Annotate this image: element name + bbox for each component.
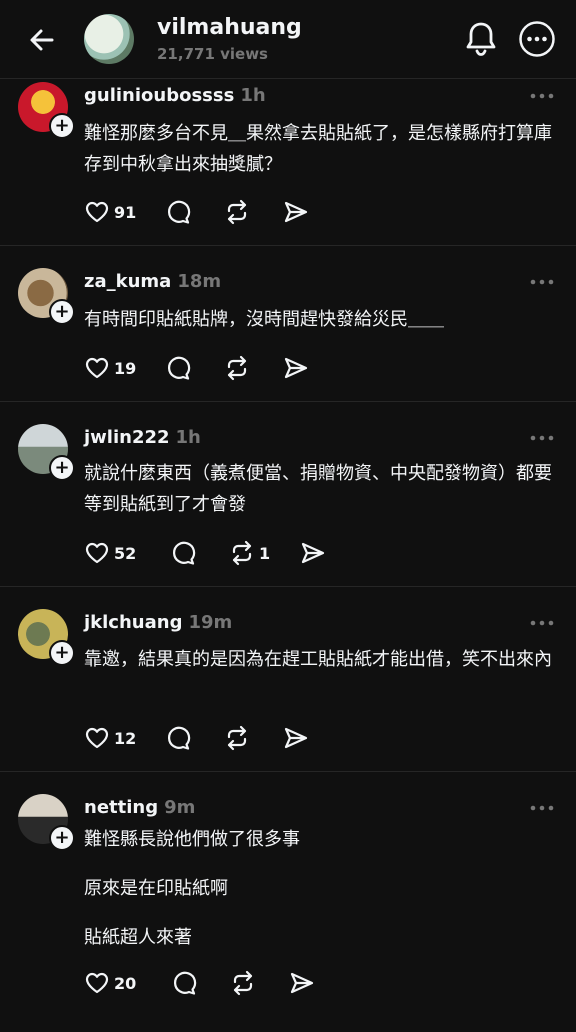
- like-button[interactable]: 19: [84, 354, 136, 382]
- reply-avatar[interactable]: +: [18, 268, 75, 325]
- follow-plus-icon[interactable]: +: [49, 640, 75, 666]
- reply-time: 9m: [164, 797, 196, 818]
- like-count: 91: [114, 202, 137, 222]
- reply-button[interactable]: [166, 724, 192, 752]
- reply-avatar[interactable]: +: [18, 609, 75, 666]
- profile-avatar[interactable]: [84, 14, 134, 64]
- share-button[interactable]: [300, 539, 326, 567]
- reply-text: 靠邀，結果真的是因為在趕工貼貼紙才能出借，笑不出來內: [84, 649, 552, 670]
- reply-text: 難怪那麼多台不見＿果然拿去貼貼紙了，是怎樣縣府打算庫存到中秋拿出來抽獎膩？: [84, 123, 552, 175]
- follow-plus-icon[interactable]: +: [49, 455, 75, 481]
- more-dots-icon[interactable]: [530, 278, 554, 286]
- reply-time: 1h: [240, 85, 266, 106]
- reply-avatar[interactable]: +: [18, 794, 75, 851]
- comment-icon: [172, 541, 196, 565]
- repost-icon: [227, 355, 247, 381]
- back-arrow-icon[interactable]: [26, 24, 58, 56]
- send-icon: [290, 972, 314, 994]
- follow-plus-icon[interactable]: +: [49, 825, 75, 851]
- reply-text: 難怪縣長說他們做了很多事 原來是在印貼紙啊 貼紙超人來著: [84, 829, 300, 948]
- like-count: 52: [114, 543, 137, 563]
- like-button[interactable]: 20: [84, 969, 136, 997]
- share-button[interactable]: [289, 969, 315, 997]
- like-count: 20: [114, 973, 137, 993]
- more-dots-icon[interactable]: [530, 92, 554, 100]
- send-icon: [284, 727, 308, 749]
- reply-button[interactable]: [166, 354, 192, 382]
- reply-text: 就說什麼東西（義煮便當、捐贈物資、中央配發物資）都要等到貼紙到了才會發: [84, 463, 552, 515]
- profile-username[interactable]: vilmahuang: [157, 15, 302, 40]
- follow-plus-icon[interactable]: +: [49, 113, 75, 139]
- comment-icon: [173, 971, 197, 995]
- heart-icon: [85, 972, 109, 994]
- repost-button[interactable]: 1: [229, 539, 270, 567]
- bell-icon[interactable]: [464, 20, 498, 58]
- reply-post: + jklchuang 19m 靠邀，結果真的是因為在趕工貼貼紙才能出借，笑不出來…: [0, 587, 576, 772]
- replies-feed: + gulinioubossss 1h 難怪那麼多台不見＿果然拿去貼貼紙了，是怎樣…: [0, 78, 576, 1032]
- repost-button[interactable]: [230, 969, 256, 997]
- reply-button[interactable]: [171, 539, 197, 567]
- repost-icon: [227, 725, 247, 751]
- more-options-icon[interactable]: [518, 20, 556, 58]
- reply-username[interactable]: jwlin222 1h: [84, 427, 201, 448]
- like-button[interactable]: 12: [84, 724, 136, 752]
- heart-icon: [85, 357, 109, 379]
- repost-icon: [233, 970, 253, 996]
- reply-button[interactable]: [172, 969, 198, 997]
- reply-username[interactable]: jklchuang 19m: [84, 612, 232, 633]
- reply-text: 有時間印貼紙貼牌，沒時間趕快發給災民＿＿: [84, 309, 444, 330]
- repost-button[interactable]: [224, 198, 250, 226]
- repost-icon: [232, 540, 252, 566]
- repost-count: 1: [259, 543, 271, 563]
- reply-post: + netting 9m 難怪縣長說他們做了很多事 原來是在印貼紙啊 貼紙超人來著…: [0, 772, 576, 1032]
- heart-icon: [85, 201, 109, 223]
- reply-avatar[interactable]: +: [18, 82, 75, 139]
- send-icon: [284, 357, 308, 379]
- repost-button[interactable]: [224, 354, 250, 382]
- more-dots-icon[interactable]: [530, 434, 554, 442]
- comment-icon: [167, 200, 191, 224]
- views-count: 21,771 views: [157, 45, 268, 63]
- heart-icon: [85, 542, 109, 564]
- like-button[interactable]: 91: [84, 198, 136, 226]
- repost-icon: [227, 199, 247, 225]
- reply-username[interactable]: netting 9m: [84, 797, 195, 818]
- repost-button[interactable]: [224, 724, 250, 752]
- more-dots-icon[interactable]: [530, 804, 554, 812]
- comment-icon: [167, 356, 191, 380]
- share-button[interactable]: [283, 354, 309, 382]
- more-dots-icon[interactable]: [530, 619, 554, 627]
- share-button[interactable]: [283, 198, 309, 226]
- follow-plus-icon[interactable]: +: [49, 299, 75, 325]
- like-count: 19: [114, 358, 137, 378]
- reply-avatar[interactable]: +: [18, 424, 75, 481]
- heart-icon: [85, 727, 109, 749]
- thread-header: vilmahuang 21,771 views: [0, 0, 576, 79]
- reply-time: 18m: [177, 271, 222, 292]
- reply-time: 19m: [188, 612, 233, 633]
- reply-post: + za_kuma 18m 有時間印貼紙貼牌，沒時間趕快發給災民＿＿ 19: [0, 246, 576, 402]
- reply-post: + jwlin222 1h 就說什麼東西（義煮便當、捐贈物資、中央配發物資）都要等…: [0, 402, 576, 587]
- share-button[interactable]: [283, 724, 309, 752]
- reply-username[interactable]: za_kuma 18m: [84, 271, 221, 292]
- reply-post: + gulinioubossss 1h 難怪那麼多台不見＿果然拿去貼貼紙了，是怎樣…: [0, 78, 576, 246]
- reply-username[interactable]: gulinioubossss 1h: [84, 85, 266, 106]
- like-button[interactable]: 52: [84, 539, 136, 567]
- reply-time: 1h: [175, 427, 201, 448]
- reply-button[interactable]: [166, 198, 192, 226]
- send-icon: [301, 542, 325, 564]
- like-count: 12: [114, 728, 137, 748]
- send-icon: [284, 201, 308, 223]
- comment-icon: [167, 726, 191, 750]
